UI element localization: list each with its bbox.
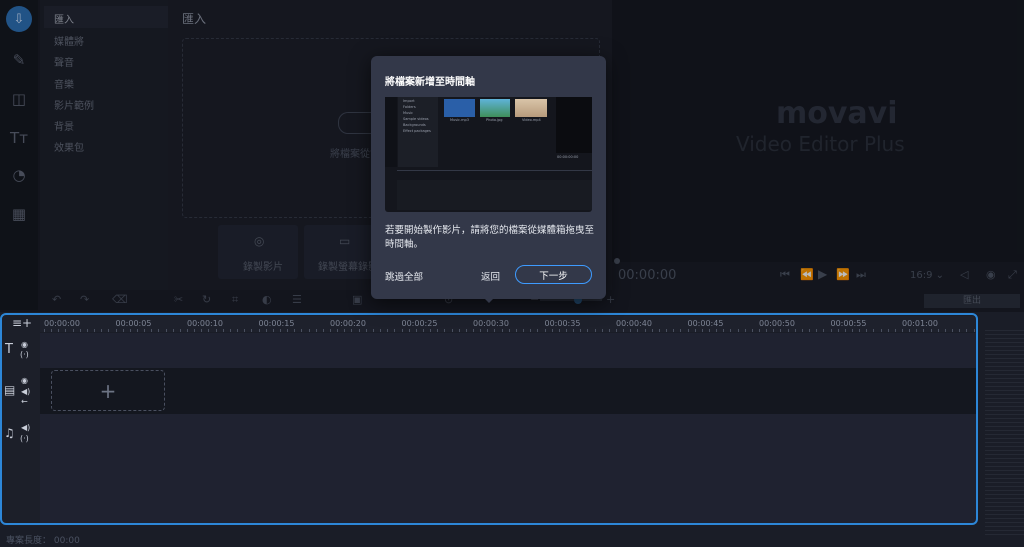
project-length: 專案長度： 00:00 xyxy=(6,536,80,546)
illustration-caption: Photo.jpg xyxy=(486,118,503,122)
illustration-menu-item: Sample videos xyxy=(403,117,429,121)
illustration-timeline xyxy=(397,180,592,210)
illustration-menu-item: Folders xyxy=(403,105,416,109)
illustration-preview xyxy=(556,97,592,153)
illustration-menu-item: Import xyxy=(403,99,415,103)
audio-level-meter xyxy=(985,330,1024,535)
illustration-music-thumb xyxy=(444,99,475,117)
timeline-panel xyxy=(0,313,978,525)
illustration-photo-thumb xyxy=(480,99,510,117)
illustration-menu-item: Effect packages xyxy=(403,129,431,133)
popup-pointer xyxy=(482,296,496,303)
illustration-menu-item: Music xyxy=(403,111,413,115)
back-button[interactable]: 返回 xyxy=(481,269,500,283)
illustration-video-thumb xyxy=(515,99,547,117)
illustration-rail xyxy=(385,97,397,167)
popup-body: 若要開始製作影片，請將您的檔案從媒體箱拖曳至時間軸。 xyxy=(385,225,595,250)
next-button[interactable]: 下一步 xyxy=(515,265,592,284)
illustration-menu-item: Backgrounds xyxy=(403,123,426,127)
illustration-timecode: 00:00:00:00 xyxy=(557,155,579,159)
popup-title: 將檔案新增至時間軸 xyxy=(385,77,475,88)
illustration-caption: Video.mp4 xyxy=(522,118,541,122)
illustration-caption: Music.mp3 xyxy=(450,118,469,122)
illustration-divider xyxy=(397,170,592,171)
skip-all-button[interactable]: 跳過全部 xyxy=(385,269,423,283)
